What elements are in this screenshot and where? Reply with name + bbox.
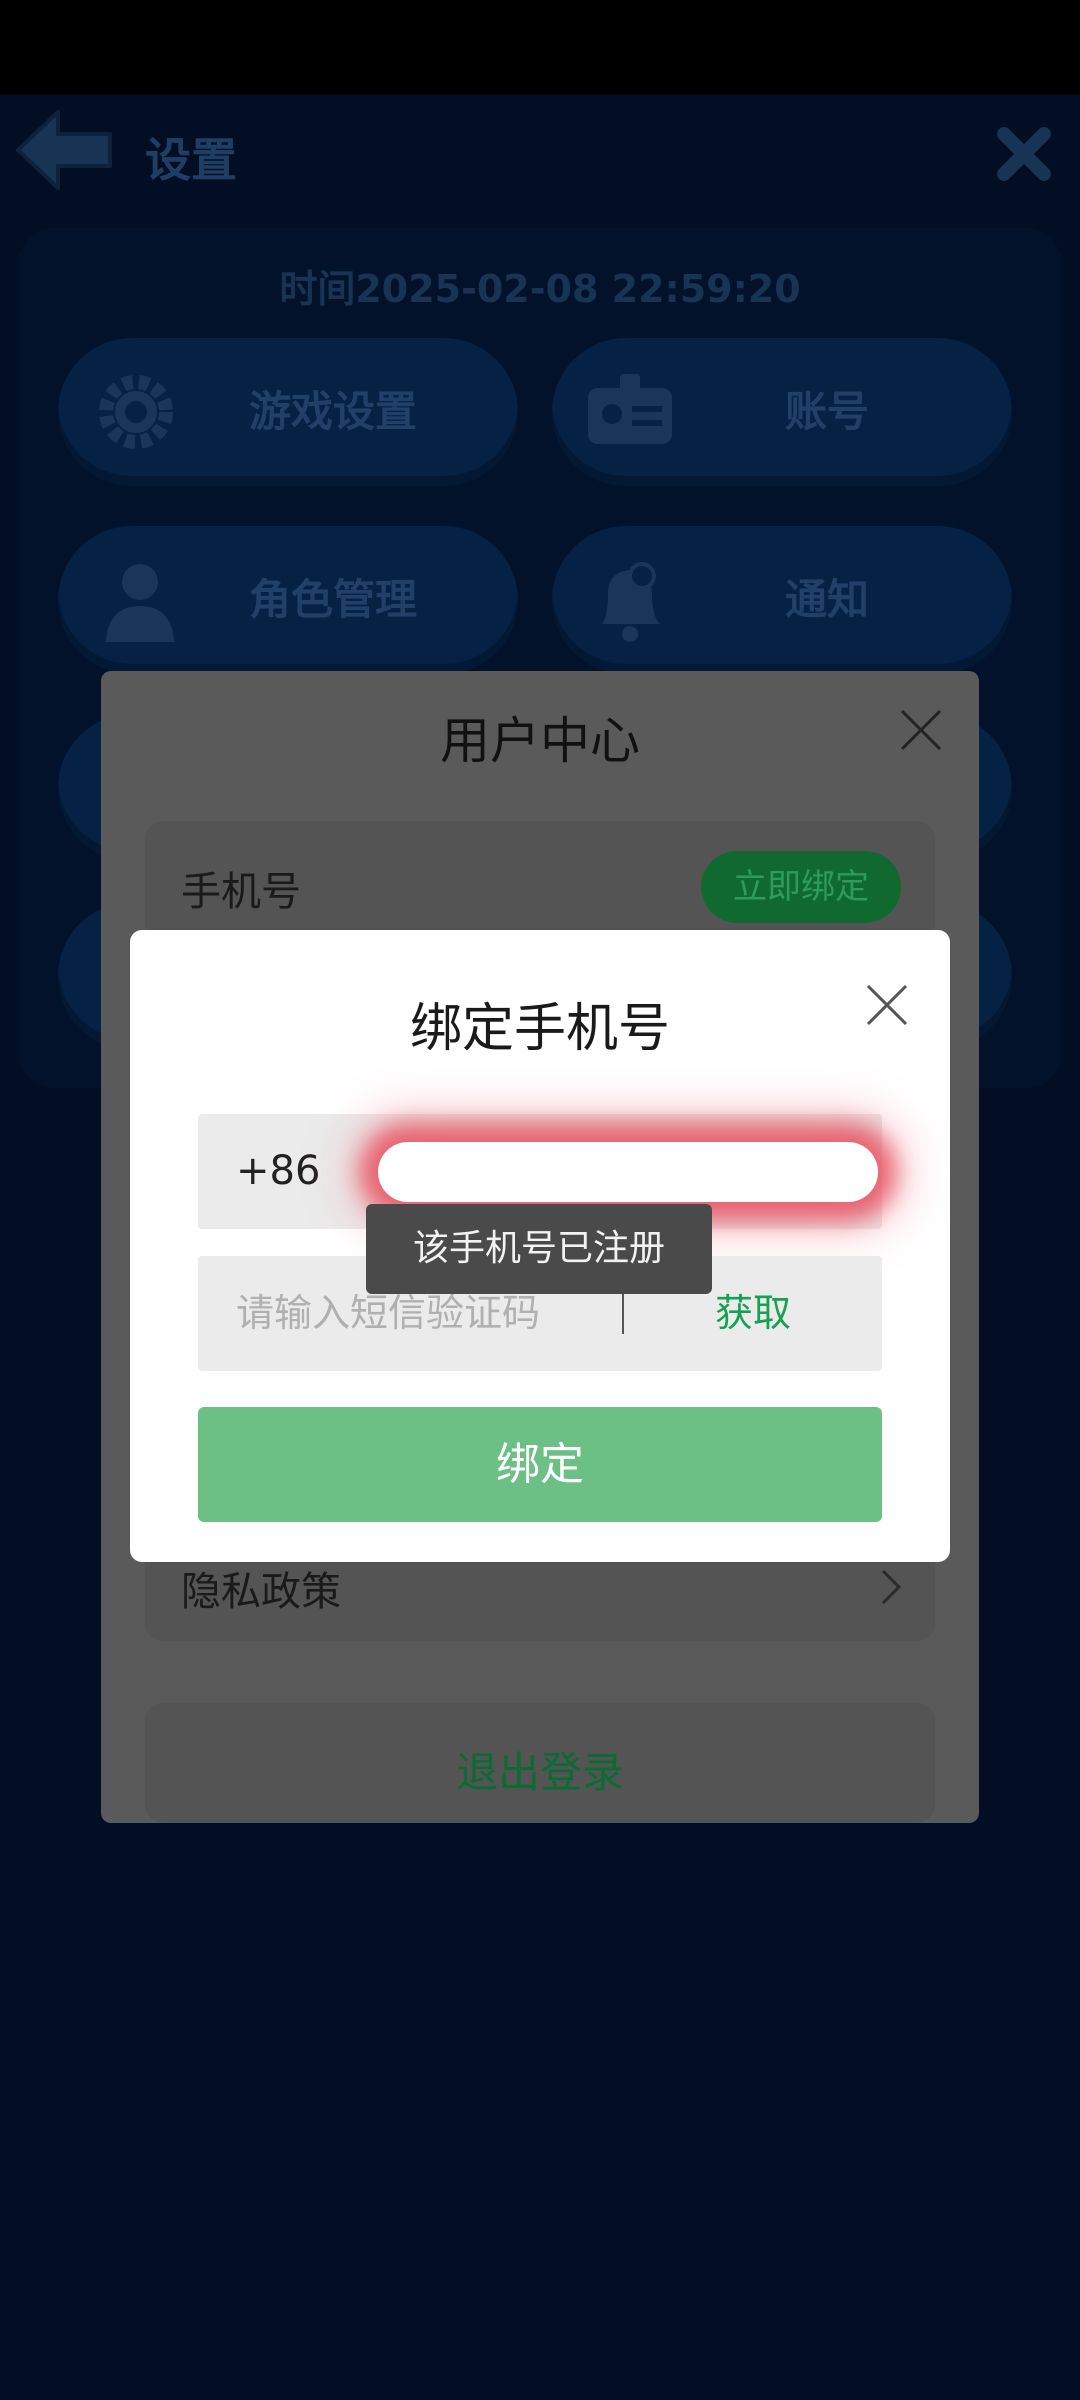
close-icon[interactable] bbox=[896, 705, 946, 755]
phone-label: 手机号 bbox=[181, 869, 301, 915]
toast-message: 该手机号已注册 bbox=[366, 1204, 712, 1294]
logout-button[interactable]: 退出登录 bbox=[145, 1739, 935, 1800]
user-center-title: 用户中心 bbox=[440, 712, 640, 770]
close-icon[interactable] bbox=[862, 980, 912, 1030]
chevron-right-icon bbox=[881, 1569, 902, 1605]
bind-dialog-title: 绑定手机号 bbox=[409, 999, 670, 1059]
bind-button[interactable]: 绑定 bbox=[198, 1407, 882, 1522]
privacy-policy-label: 隐私政策 bbox=[181, 1569, 341, 1615]
logout-row[interactable]: 退出登录 bbox=[145, 1703, 935, 1823]
redacted-phone-number bbox=[378, 1142, 878, 1202]
status-bar bbox=[0, 0, 1080, 95]
bind-now-button[interactable]: 立即绑定 bbox=[701, 851, 901, 923]
country-code: +86 bbox=[236, 1148, 321, 1194]
